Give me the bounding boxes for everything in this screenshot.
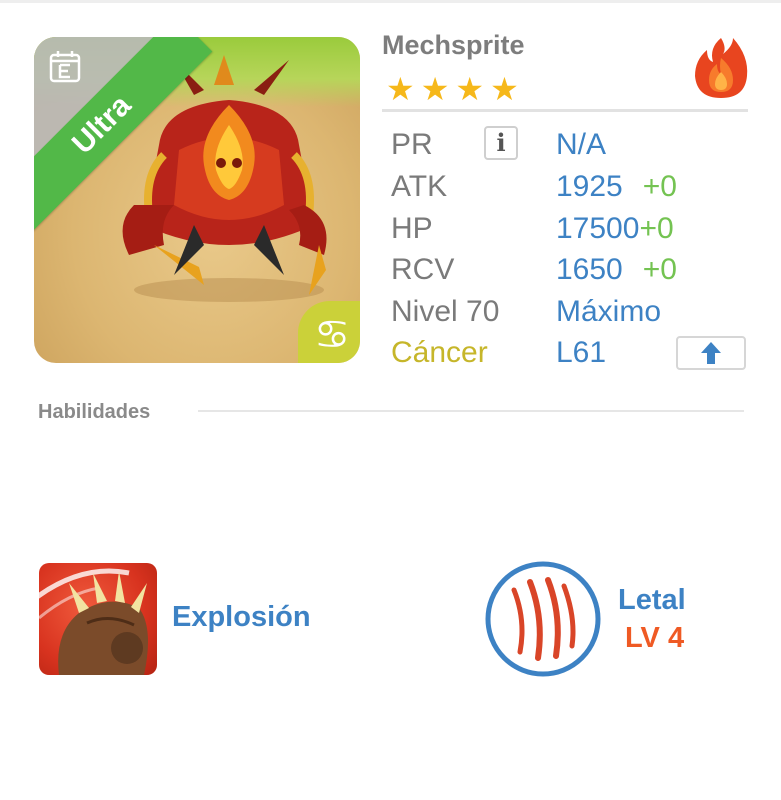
- level-label: Nivel 70: [391, 295, 500, 328]
- top-divider: [0, 0, 781, 3]
- info-divider: [382, 109, 748, 112]
- hp-value: 17500+0: [556, 212, 674, 246]
- zodiac-level-value: L61: [556, 336, 607, 369]
- passive-skill-name[interactable]: Letal: [618, 584, 686, 617]
- rcv-value: 1650 +0: [556, 253, 677, 287]
- star-icon: ★: [420, 71, 450, 107]
- atk-bonus: +0: [642, 170, 677, 203]
- rcv-number: 1650: [556, 253, 623, 286]
- monster-name: Mechsprite: [382, 30, 525, 60]
- rcv-label: RCV: [391, 253, 455, 286]
- active-skill-name[interactable]: Explosión: [172, 601, 311, 634]
- atk-number: 1925: [556, 170, 623, 203]
- pr-value: N/A: [556, 128, 607, 161]
- hp-label: HP: [391, 212, 433, 245]
- pr-label: PR: [391, 128, 433, 161]
- star-icon: ★: [386, 71, 415, 107]
- calendar-icon: [49, 51, 81, 83]
- star-icon: ★: [455, 71, 485, 107]
- star-rating: ★ ★ ★ ★: [386, 72, 519, 106]
- atk-value: 1925 +0: [556, 170, 677, 204]
- rcv-bonus: +0: [642, 253, 677, 286]
- fire-element-icon: [695, 38, 748, 98]
- arrow-up-icon: [701, 342, 721, 364]
- zodiac-upgrade-button[interactable]: [676, 336, 746, 370]
- hp-bonus: +0: [639, 212, 674, 245]
- zodiac-label: Cáncer: [391, 336, 488, 369]
- pr-info-button[interactable]: i: [484, 126, 518, 160]
- cancer-zodiac-icon: ♋: [314, 313, 350, 357]
- level-value: Máximo: [556, 295, 662, 328]
- claw-fist-icon[interactable]: [39, 563, 157, 675]
- skills-divider: [198, 410, 744, 412]
- hp-number: 17500: [556, 212, 640, 245]
- star-icon: ★: [490, 71, 519, 107]
- skills-section-title: Habilidades: [38, 401, 151, 423]
- atk-label: ATK: [391, 170, 448, 203]
- claw-marks-icon[interactable]: [484, 560, 602, 678]
- monster-portrait[interactable]: Ultra ♋: [34, 37, 360, 363]
- passive-skill-level: LV 4: [625, 622, 685, 654]
